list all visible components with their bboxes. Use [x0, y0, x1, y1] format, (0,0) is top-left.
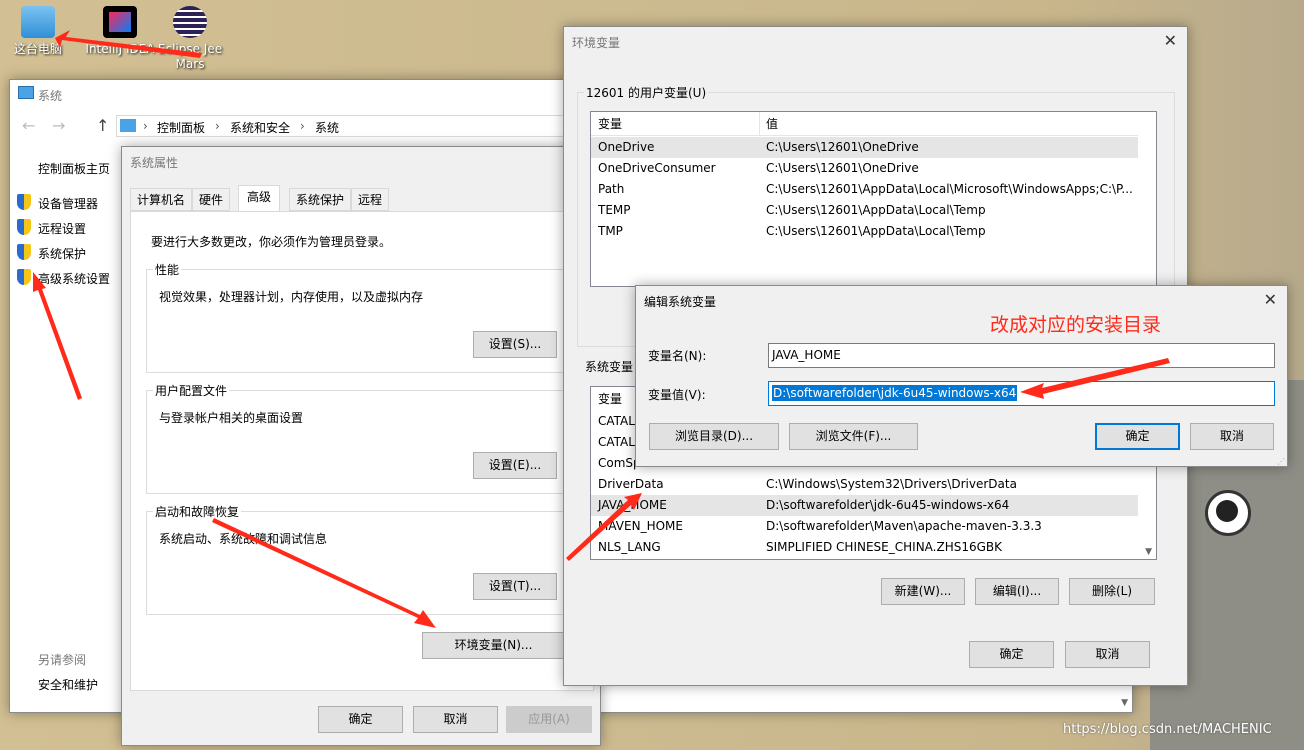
annotation-arrows: [33, 30, 1170, 628]
watermark: https://blog.csdn.net/MACHENIC: [1063, 722, 1272, 737]
arrow-to-value-input: [1020, 358, 1170, 399]
arrow-to-advanced-settings: [33, 272, 82, 400]
arrow-to-java-home: [566, 493, 642, 561]
arrow-to-this-pc: [55, 30, 202, 58]
arrow-to-env-button: [212, 518, 436, 628]
